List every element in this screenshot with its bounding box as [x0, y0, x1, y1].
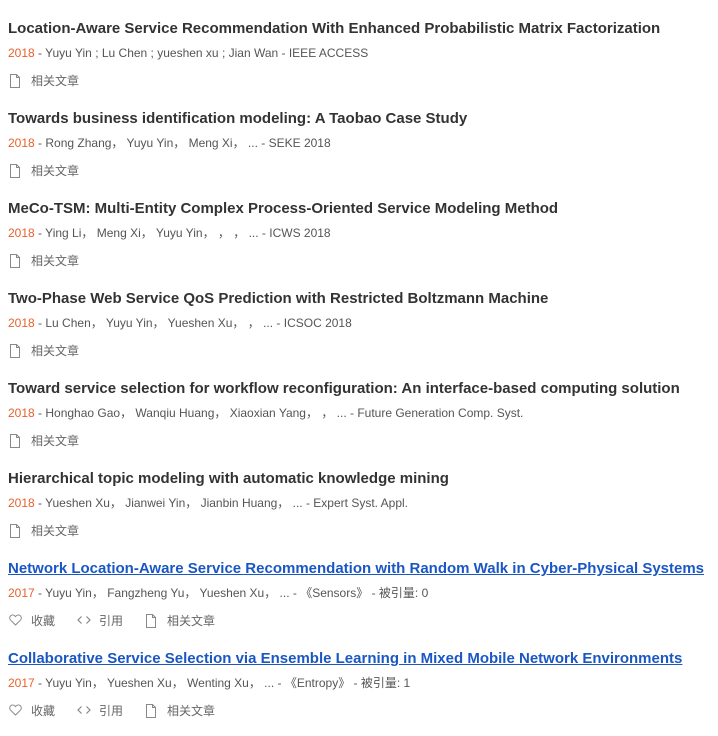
collect-button[interactable]: 收藏: [9, 613, 55, 629]
document-icon: [9, 434, 23, 448]
cite-label: 引用: [99, 704, 124, 718]
paper-year: 2018: [8, 226, 35, 240]
paper-title: Two-Phase Web Service QoS Prediction wit…: [8, 290, 549, 307]
paper-year: 2017: [8, 586, 35, 600]
related-articles-label: 相关文章: [31, 74, 80, 88]
collect-button[interactable]: 收藏: [9, 703, 55, 719]
paper-authors-venue: - Yuyu Yin， Fangzheng Yu， Yueshen Xu， ..…: [34, 586, 429, 600]
paper-meta: 2018 - Yueshen Xu， Jianwei Yin， Jianbin …: [8, 495, 408, 511]
related-articles-label: 相关文章: [167, 704, 216, 718]
related-articles-button[interactable]: 相关文章: [9, 163, 79, 179]
related-articles-label: 相关文章: [31, 524, 80, 538]
document-icon: [9, 524, 23, 538]
paper-authors-venue: - Honghao Gao， Wanqiu Huang， Xiaoxian Ya…: [34, 406, 524, 420]
paper-actions: 收藏 引用 相关文章: [9, 613, 237, 629]
paper-entry: MeCo-TSM: Multi-Entity Complex Process-O…: [0, 180, 718, 270]
related-articles-button[interactable]: 相关文章: [9, 343, 79, 359]
document-icon: [9, 344, 23, 358]
paper-year: 2018: [8, 46, 35, 60]
document-icon: [145, 704, 159, 718]
collect-label: 收藏: [31, 704, 56, 718]
paper-actions: 相关文章: [9, 343, 101, 359]
paper-entry: Location-Aware Service Recommendation Wi…: [0, 0, 718, 90]
paper-actions: 相关文章: [9, 73, 101, 89]
paper-authors-venue: - Lu Chen， Yuyu Yin， Yueshen Xu， ， ... -…: [34, 316, 352, 330]
paper-meta: 2018 - Rong Zhang， Yuyu Yin， Meng Xi， ..…: [8, 135, 331, 151]
related-articles-button[interactable]: 相关文章: [145, 613, 215, 629]
related-articles-button[interactable]: 相关文章: [9, 433, 79, 449]
related-articles-button[interactable]: 相关文章: [9, 253, 79, 269]
document-icon: [9, 254, 23, 268]
paper-actions: 相关文章: [9, 163, 101, 179]
code-brackets-icon: [77, 614, 91, 628]
paper-title: MeCo-TSM: Multi-Entity Complex Process-O…: [8, 200, 559, 217]
paper-title-link[interactable]: Collaborative Service Selection via Ense…: [8, 649, 682, 669]
paper-authors-venue: - Ying Li， Meng Xi， Yuyu Yin， ， ， ... - …: [34, 226, 331, 240]
paper-list: Location-Aware Service Recommendation Wi…: [0, 0, 718, 720]
paper-authors-venue: - Yuyu Yin， Yueshen Xu， Wenting Xu， ... …: [34, 676, 411, 690]
paper-entry: Towards business identification modeling…: [0, 90, 718, 180]
paper-title: Toward service selection for workflow re…: [8, 380, 680, 397]
related-articles-button[interactable]: 相关文章: [9, 73, 79, 89]
related-articles-button[interactable]: 相关文章: [145, 703, 215, 719]
heart-icon: [9, 614, 23, 628]
document-icon: [145, 614, 159, 628]
paper-year: 2018: [8, 406, 35, 420]
paper-title: Towards business identification modeling…: [8, 110, 468, 127]
paper-entry: Two-Phase Web Service QoS Prediction wit…: [0, 270, 718, 360]
paper-entry: Hierarchical topic modeling with automat…: [0, 450, 718, 540]
paper-year: 2018: [8, 496, 35, 510]
code-brackets-icon: [77, 704, 91, 718]
paper-entry: Network Location-Aware Service Recommend…: [0, 540, 718, 630]
paper-meta: 2018 - Yuyu Yin ; Lu Chen ; yueshen xu ;…: [8, 45, 368, 61]
paper-authors-venue: - Rong Zhang， Yuyu Yin， Meng Xi， ... - S…: [34, 136, 331, 150]
paper-title: Hierarchical topic modeling with automat…: [8, 470, 449, 487]
related-articles-button[interactable]: 相关文章: [9, 523, 79, 539]
document-icon: [9, 74, 23, 88]
cite-button[interactable]: 引用: [77, 613, 123, 629]
cite-label: 引用: [99, 614, 124, 628]
related-articles-label: 相关文章: [31, 164, 80, 178]
paper-authors-venue: - Yueshen Xu， Jianwei Yin， Jianbin Huang…: [34, 496, 409, 510]
paper-meta: 2017 - Yuyu Yin， Fangzheng Yu， Yueshen X…: [8, 585, 428, 601]
paper-year: 2018: [8, 316, 35, 330]
paper-meta: 2017 - Yuyu Yin， Yueshen Xu， Wenting Xu，…: [8, 675, 410, 691]
paper-actions: 相关文章: [9, 253, 101, 269]
paper-authors-venue: - Yuyu Yin ; Lu Chen ; yueshen xu ; Jian…: [34, 46, 369, 60]
paper-meta: 2018 - Honghao Gao， Wanqiu Huang， Xiaoxi…: [8, 405, 523, 421]
paper-actions: 相关文章: [9, 523, 101, 539]
cite-button[interactable]: 引用: [77, 703, 123, 719]
heart-icon: [9, 704, 23, 718]
related-articles-label: 相关文章: [31, 344, 80, 358]
paper-year: 2018: [8, 136, 35, 150]
paper-meta: 2018 - Lu Chen， Yuyu Yin， Yueshen Xu， ， …: [8, 315, 352, 331]
related-articles-label: 相关文章: [31, 254, 80, 268]
paper-title-link[interactable]: Network Location-Aware Service Recommend…: [8, 559, 704, 579]
document-icon: [9, 164, 23, 178]
paper-title: Location-Aware Service Recommendation Wi…: [8, 20, 661, 37]
paper-entry: Toward service selection for workflow re…: [0, 360, 718, 450]
paper-actions: 相关文章: [9, 433, 101, 449]
related-articles-label: 相关文章: [31, 434, 80, 448]
paper-year: 2017: [8, 676, 35, 690]
paper-meta: 2018 - Ying Li， Meng Xi， Yuyu Yin， ， ， .…: [8, 225, 331, 241]
paper-actions: 收藏 引用 相关文章: [9, 703, 237, 719]
collect-label: 收藏: [31, 614, 56, 628]
paper-entry: Collaborative Service Selection via Ense…: [0, 630, 718, 720]
related-articles-label: 相关文章: [167, 614, 216, 628]
